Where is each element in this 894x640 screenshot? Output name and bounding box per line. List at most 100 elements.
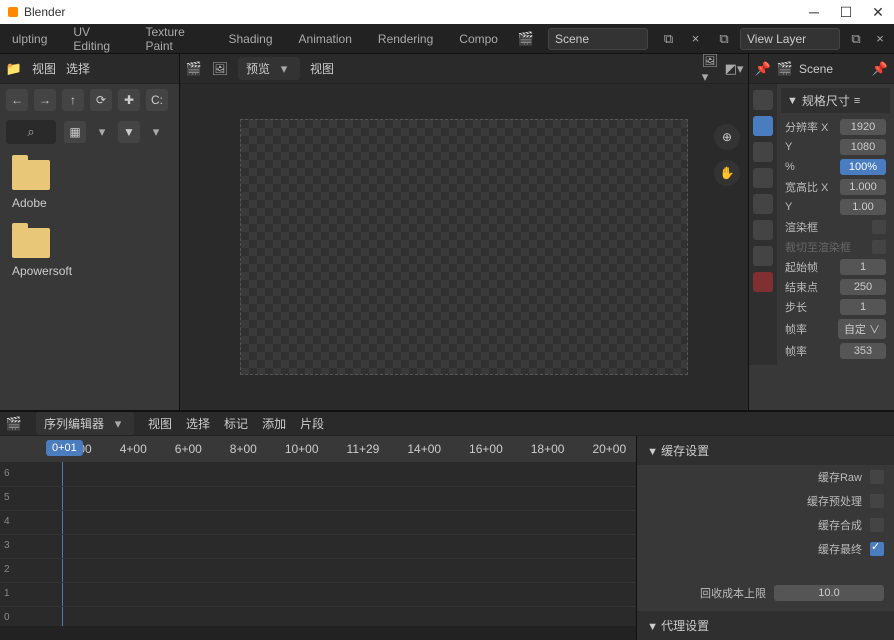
delete-viewlayer-icon[interactable]: × [872, 31, 888, 47]
preview-mode-dropdown[interactable]: 预览▾ [238, 57, 300, 80]
scene-tab[interactable] [753, 194, 773, 214]
tab-compositing[interactable]: Compo [453, 28, 504, 50]
output-tab[interactable] [753, 116, 773, 136]
browse-scene-icon[interactable]: 🎬 [518, 31, 534, 47]
tab-rendering[interactable]: Rendering [372, 28, 439, 50]
filebrowser-editor-icon[interactable]: 📁 [6, 61, 22, 77]
pin-icon[interactable]: 📌 [755, 61, 771, 77]
up-button[interactable]: ↑ [62, 89, 84, 111]
display-mode-button[interactable]: ▦ [64, 121, 86, 143]
cache-final-check[interactable] [870, 542, 884, 556]
close-button[interactable]: ✕ [862, 0, 894, 24]
overlay-icon[interactable]: ◩▾ [726, 61, 742, 77]
crop-check[interactable] [872, 240, 886, 254]
cache-panel-header[interactable]: ▼ 缓存设置 [637, 436, 894, 465]
tab-shading[interactable]: Shading [222, 28, 278, 50]
seq-strip-menu[interactable]: 片段 [300, 415, 324, 432]
image-type-icon[interactable]: 🖼 [212, 61, 228, 77]
seq-view-menu[interactable]: 视图 [148, 415, 172, 432]
track-number: 3 [4, 540, 10, 551]
frame-tick: 6+00 [175, 442, 202, 456]
new-viewlayer-icon[interactable]: ⧉ [848, 31, 864, 47]
folder-item[interactable]: Adobe [12, 160, 167, 210]
view-menu[interactable]: 视图 [32, 60, 56, 77]
filter-dropdown-icon[interactable]: ▾ [148, 124, 164, 140]
timeline-ruler[interactable]: 0+01 0000 2+00 4+00 6+00 8+00 10+00 11+2… [0, 436, 636, 462]
new-folder-button[interactable]: ✚ [118, 89, 140, 111]
render-border-check[interactable] [872, 220, 886, 234]
aspect-y-label: Y [785, 201, 792, 213]
cache-raw-check[interactable] [870, 470, 884, 484]
dimensions-panel-header[interactable]: ▼ 规格尺寸 ≡ [781, 88, 890, 113]
aspect-x-field[interactable]: 1.000 [840, 179, 886, 195]
new-scene-icon[interactable]: ⧉ [662, 31, 675, 47]
proxy-panel-header[interactable]: ▼ 代理设置 [637, 611, 894, 640]
maximize-button[interactable]: ☐ [830, 0, 862, 24]
object-tab[interactable] [753, 246, 773, 266]
frame-tick: 14+00 [407, 442, 441, 456]
pin-scene-icon[interactable]: 📌 [872, 61, 888, 77]
start-frame-field[interactable]: 1 [840, 259, 886, 275]
sequencer-editor-icon[interactable]: 🎬 [6, 416, 22, 432]
scene-icon[interactable]: 🎬 [777, 61, 793, 77]
cache-pre-check[interactable] [870, 494, 884, 508]
start-frame-label: 起始帧 [785, 259, 818, 275]
cache-final-label: 缓存最终 [818, 541, 862, 557]
display-dropdown-icon[interactable]: ▾ [94, 124, 110, 140]
tab-sculpting[interactable]: ulpting [6, 28, 53, 50]
image-icon[interactable]: 🖼▾ [702, 61, 718, 77]
cache-cost-label: 回收成本上限 [700, 585, 766, 601]
seq-add-menu[interactable]: 添加 [262, 415, 286, 432]
view-layer-field[interactable]: View Layer [740, 28, 840, 50]
pan-button[interactable]: ✋ [714, 160, 740, 186]
seq-select-menu[interactable]: 选择 [186, 415, 210, 432]
res-pct-field[interactable]: 100% [840, 159, 886, 175]
folder-item[interactable]: Apowersoft [12, 228, 167, 278]
frame-tick: 16+00 [469, 442, 503, 456]
cache-comp-label: 缓存合成 [818, 517, 862, 533]
timeline-tracks[interactable]: 6 5 4 3 2 1 0 [0, 462, 636, 626]
res-y-field[interactable]: 1080 [840, 139, 886, 155]
properties-panel: 📌 🎬 Scene 📌 ▼ 规格尺寸 ≡ 分辨率 X1920 Y1080 %10… [748, 54, 894, 410]
path-field[interactable]: C: [146, 89, 168, 111]
back-button[interactable]: ← [6, 89, 28, 111]
render-tab[interactable] [753, 142, 773, 162]
sequencer-mode-dropdown[interactable]: 序列编辑器▾ [36, 412, 134, 435]
select-menu[interactable]: 选择 [66, 60, 90, 77]
browse-viewlayer-icon[interactable]: ⧉ [716, 31, 732, 47]
aspect-y-field[interactable]: 1.00 [840, 199, 886, 215]
filter-button[interactable]: ▼ [118, 121, 140, 143]
cache-cost-field[interactable]: 10.0 [774, 585, 884, 601]
workspace-tabs: ulpting UV Editing Texture Paint Shading… [0, 24, 894, 54]
scene-field[interactable]: Scene [548, 28, 648, 50]
end-frame-field[interactable]: 250 [840, 279, 886, 295]
refresh-button[interactable]: ⟳ [90, 89, 112, 111]
tab-texture-paint[interactable]: Texture Paint [140, 21, 209, 57]
view-menu[interactable]: 视图 [310, 60, 334, 77]
tab-animation[interactable]: Animation [293, 28, 358, 50]
delete-scene-icon[interactable]: × [689, 31, 702, 47]
scene-label: Scene [799, 62, 833, 76]
res-x-field[interactable]: 1920 [840, 119, 886, 135]
cache-comp-check[interactable] [870, 518, 884, 532]
step-field[interactable]: 1 [840, 299, 886, 315]
fps-label: 帧率 [785, 321, 807, 337]
world-tab[interactable] [753, 220, 773, 240]
minimize-button[interactable]: ─ [798, 0, 830, 24]
preview-editor-icon[interactable]: 🎬 [186, 61, 202, 77]
timeline[interactable]: 0+01 0000 2+00 4+00 6+00 8+00 10+00 11+2… [0, 436, 636, 640]
fps-dropdown[interactable]: 自定 ∨ [838, 319, 886, 339]
preview-viewport[interactable] [240, 119, 688, 375]
tab-uv-editing[interactable]: UV Editing [67, 21, 125, 57]
texture-tab[interactable] [753, 272, 773, 292]
fps-val-field[interactable]: 353 [840, 343, 886, 359]
window-title: Blender [24, 5, 65, 19]
forward-button[interactable]: → [34, 89, 56, 111]
tool-tab[interactable] [753, 90, 773, 110]
viewlayer-tab[interactable] [753, 168, 773, 188]
current-frame-badge: 0+01 [46, 440, 83, 456]
res-y-label: Y [785, 141, 792, 153]
search-input[interactable]: ⌕ [6, 120, 56, 144]
seq-marker-menu[interactable]: 标记 [224, 415, 248, 432]
zoom-button[interactable]: ⊕ [714, 124, 740, 150]
